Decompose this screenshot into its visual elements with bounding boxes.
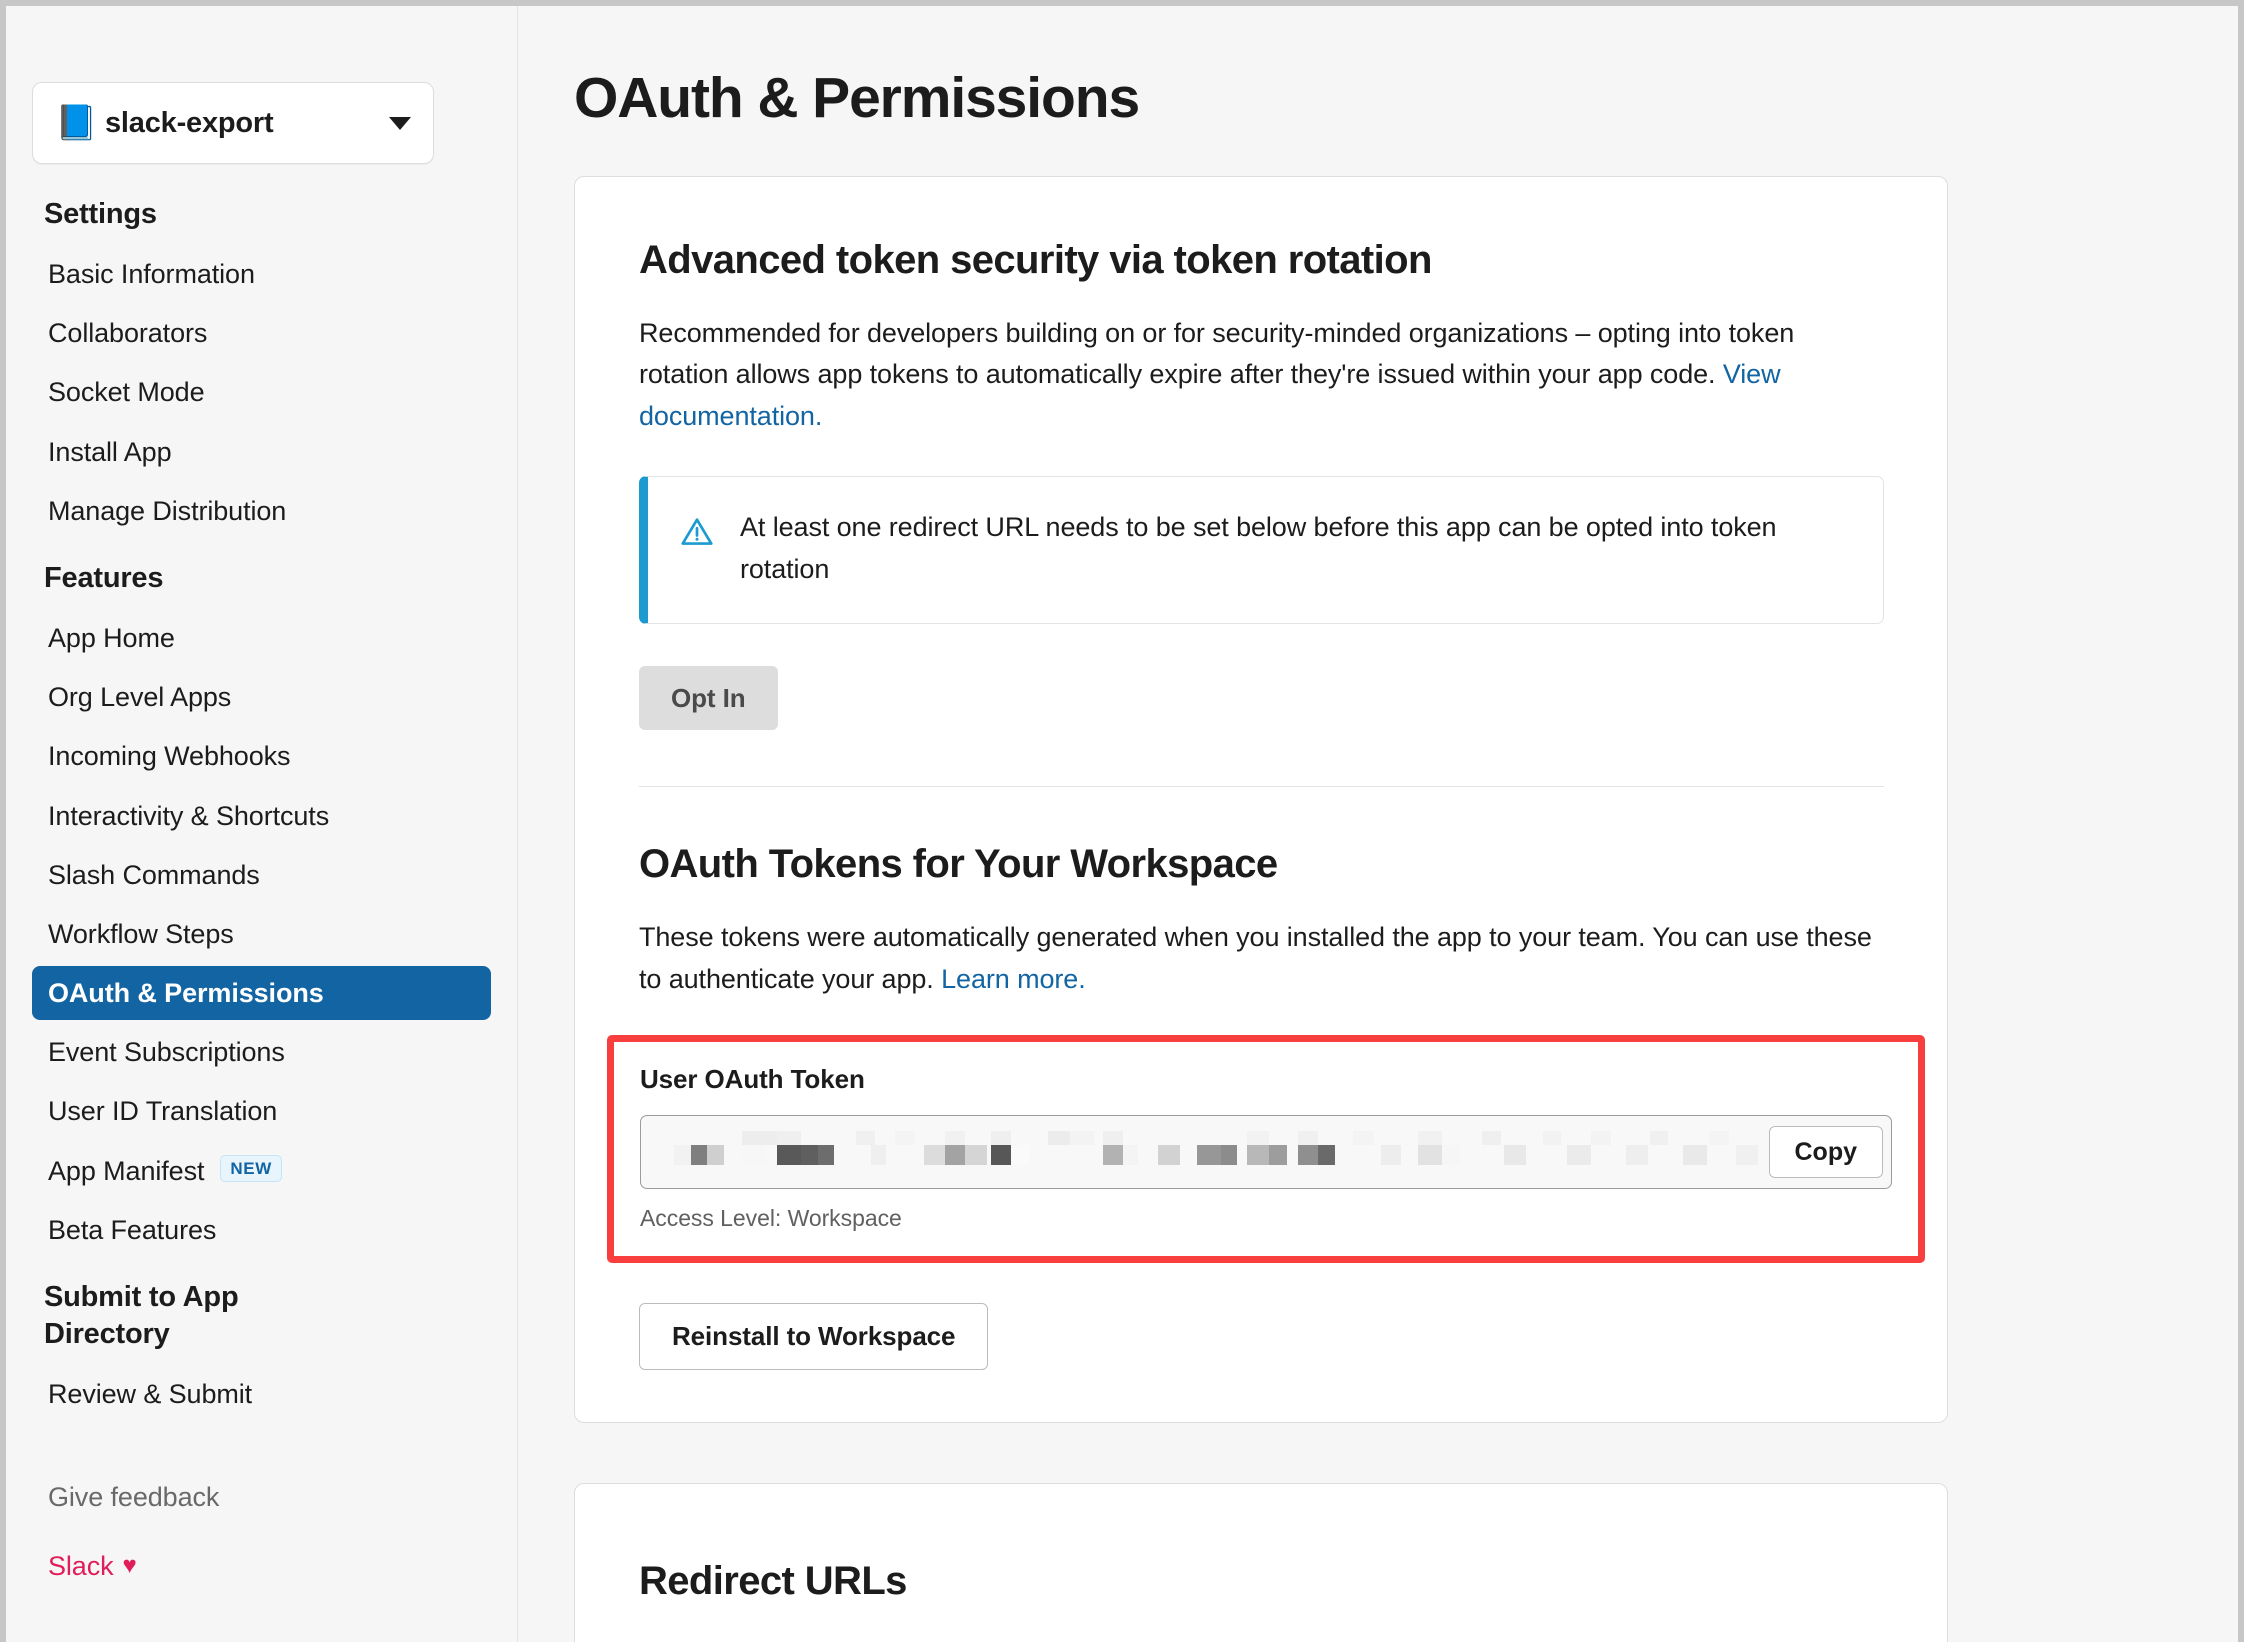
token-rotation-description: Recommended for developers building on o…	[639, 313, 1883, 439]
sidebar-item-user-id-translation[interactable]: User ID Translation	[32, 1084, 491, 1138]
sidebar-item-label: Review & Submit	[48, 1379, 253, 1410]
sidebar-item-beta-features[interactable]: Beta Features	[32, 1203, 491, 1257]
sidebar-item-label: OAuth & Permissions	[48, 978, 324, 1009]
sidebar-item-slash-commands[interactable]: Slash Commands	[32, 848, 491, 902]
user-oauth-token-field[interactable]: Copy	[640, 1115, 1892, 1190]
user-oauth-token-highlight: User OAuth Token Copy Access Level: Work…	[607, 1035, 1925, 1264]
opt-in-button[interactable]: Opt In	[639, 665, 778, 731]
callout-text: At least one redirect URL needs to be se…	[740, 512, 1777, 584]
sidebar-item-event-subscriptions[interactable]: Event Subscriptions	[32, 1025, 491, 1079]
new-badge: NEW	[220, 1155, 282, 1183]
main-content: OAuth & Permissions Advanced token secur…	[518, 6, 2238, 1642]
user-oauth-token-value-redacted[interactable]	[663, 1129, 1769, 1175]
sidebar-item-manage-distribution[interactable]: Manage Distribution	[32, 484, 491, 538]
copy-token-button[interactable]: Copy	[1768, 1125, 1883, 1179]
oauth-card: Advanced token security via token rotati…	[574, 175, 1948, 1423]
learn-more-link[interactable]: Learn more.	[941, 964, 1086, 994]
sidebar-item-label: Org Level Apps	[48, 682, 232, 713]
sidebar-heading-features: Features	[44, 561, 164, 594]
sidebar-heading-submit-to-app-directory: Submit to App Directory	[44, 1280, 239, 1351]
sidebar-item-review-submit[interactable]: Review & Submit	[32, 1367, 491, 1421]
sidebar-item-label: Incoming Webhooks	[48, 741, 291, 772]
sidebar-item-slack[interactable]: Slack ♥	[32, 1539, 491, 1593]
page-title: OAuth & Permissions	[574, 66, 1140, 130]
sidebar-item-workflow-steps[interactable]: Workflow Steps	[32, 907, 491, 961]
token-rotation-description-text: Recommended for developers building on o…	[639, 317, 1795, 390]
sidebar-item-org-level-apps[interactable]: Org Level Apps	[32, 670, 491, 724]
sidebar-item-label: Install App	[48, 436, 172, 467]
sidebar-item-basic-information[interactable]: Basic Information	[32, 247, 491, 301]
heart-icon: ♥	[122, 1551, 137, 1579]
sidebar-item-install-app[interactable]: Install App	[32, 425, 491, 479]
sidebar: 📘 slack-export Settings Basic Informatio…	[6, 6, 518, 1642]
sidebar-item-label: Event Subscriptions	[48, 1037, 285, 1068]
sidebar-item-label: App Home	[48, 623, 175, 654]
sidebar-item-label: Give feedback	[48, 1482, 220, 1513]
chevron-down-icon[interactable]	[389, 116, 411, 130]
sidebar-item-label: Basic Information	[48, 259, 255, 290]
oauth-tokens-description: These tokens were automatically generate…	[639, 917, 1883, 1001]
sidebar-nav: Settings Basic Information Collaborators…	[6, 196, 517, 1593]
sidebar-item-app-home[interactable]: App Home	[32, 611, 491, 665]
redirect-urls-card: Redirect URLs	[574, 1482, 1948, 1642]
books-icon: 📘	[55, 104, 98, 142]
sidebar-item-label: Interactivity & Shortcuts	[48, 800, 330, 831]
sidebar-item-label: App Manifest	[48, 1155, 205, 1186]
token-rotation-title: Advanced token security via token rotati…	[639, 237, 1432, 282]
app-switcher-button[interactable]: 📘 slack-export	[32, 82, 434, 164]
sidebar-item-app-manifest[interactable]: App Manifest NEW	[32, 1144, 491, 1198]
sidebar-item-label: Beta Features	[48, 1214, 217, 1245]
sidebar-item-label: Slack	[48, 1550, 114, 1581]
warning-triangle-icon	[678, 513, 716, 556]
user-oauth-token-label: User OAuth Token	[640, 1064, 865, 1095]
sidebar-item-label: Manage Distribution	[48, 495, 287, 526]
sidebar-item-incoming-webhooks[interactable]: Incoming Webhooks	[32, 729, 491, 783]
sidebar-item-label: Collaborators	[48, 318, 208, 349]
app-name-label: slack-export	[105, 106, 274, 139]
redirect-url-warning-callout: At least one redirect URL needs to be se…	[639, 476, 1884, 624]
sidebar-item-interactivity-shortcuts[interactable]: Interactivity & Shortcuts	[32, 789, 491, 843]
sidebar-item-label: Socket Mode	[48, 377, 205, 408]
reinstall-to-workspace-button[interactable]: Reinstall to Workspace	[639, 1303, 989, 1370]
sidebar-item-label: Slash Commands	[48, 859, 260, 890]
section-divider	[639, 786, 1884, 788]
sidebar-item-label: User ID Translation	[48, 1096, 278, 1127]
app-window: 📘 slack-export Settings Basic Informatio…	[6, 6, 2238, 1642]
oauth-tokens-description-text: These tokens were automatically generate…	[639, 922, 1872, 995]
oauth-tokens-title: OAuth Tokens for Your Workspace	[639, 842, 1278, 887]
sidebar-item-oauth-permissions[interactable]: OAuth & Permissions	[32, 966, 491, 1021]
sidebar-item-label: Workflow Steps	[48, 918, 234, 949]
sidebar-item-socket-mode[interactable]: Socket Mode	[32, 365, 491, 419]
token-access-level: Access Level: Workspace	[640, 1205, 902, 1232]
redirect-urls-title: Redirect URLs	[639, 1558, 907, 1603]
sidebar-heading-settings: Settings	[44, 198, 157, 230]
sidebar-item-give-feedback[interactable]: Give feedback	[32, 1470, 491, 1524]
sidebar-item-collaborators[interactable]: Collaborators	[32, 306, 491, 360]
reinstall-wrap: Reinstall to Workspace	[639, 1303, 1883, 1370]
